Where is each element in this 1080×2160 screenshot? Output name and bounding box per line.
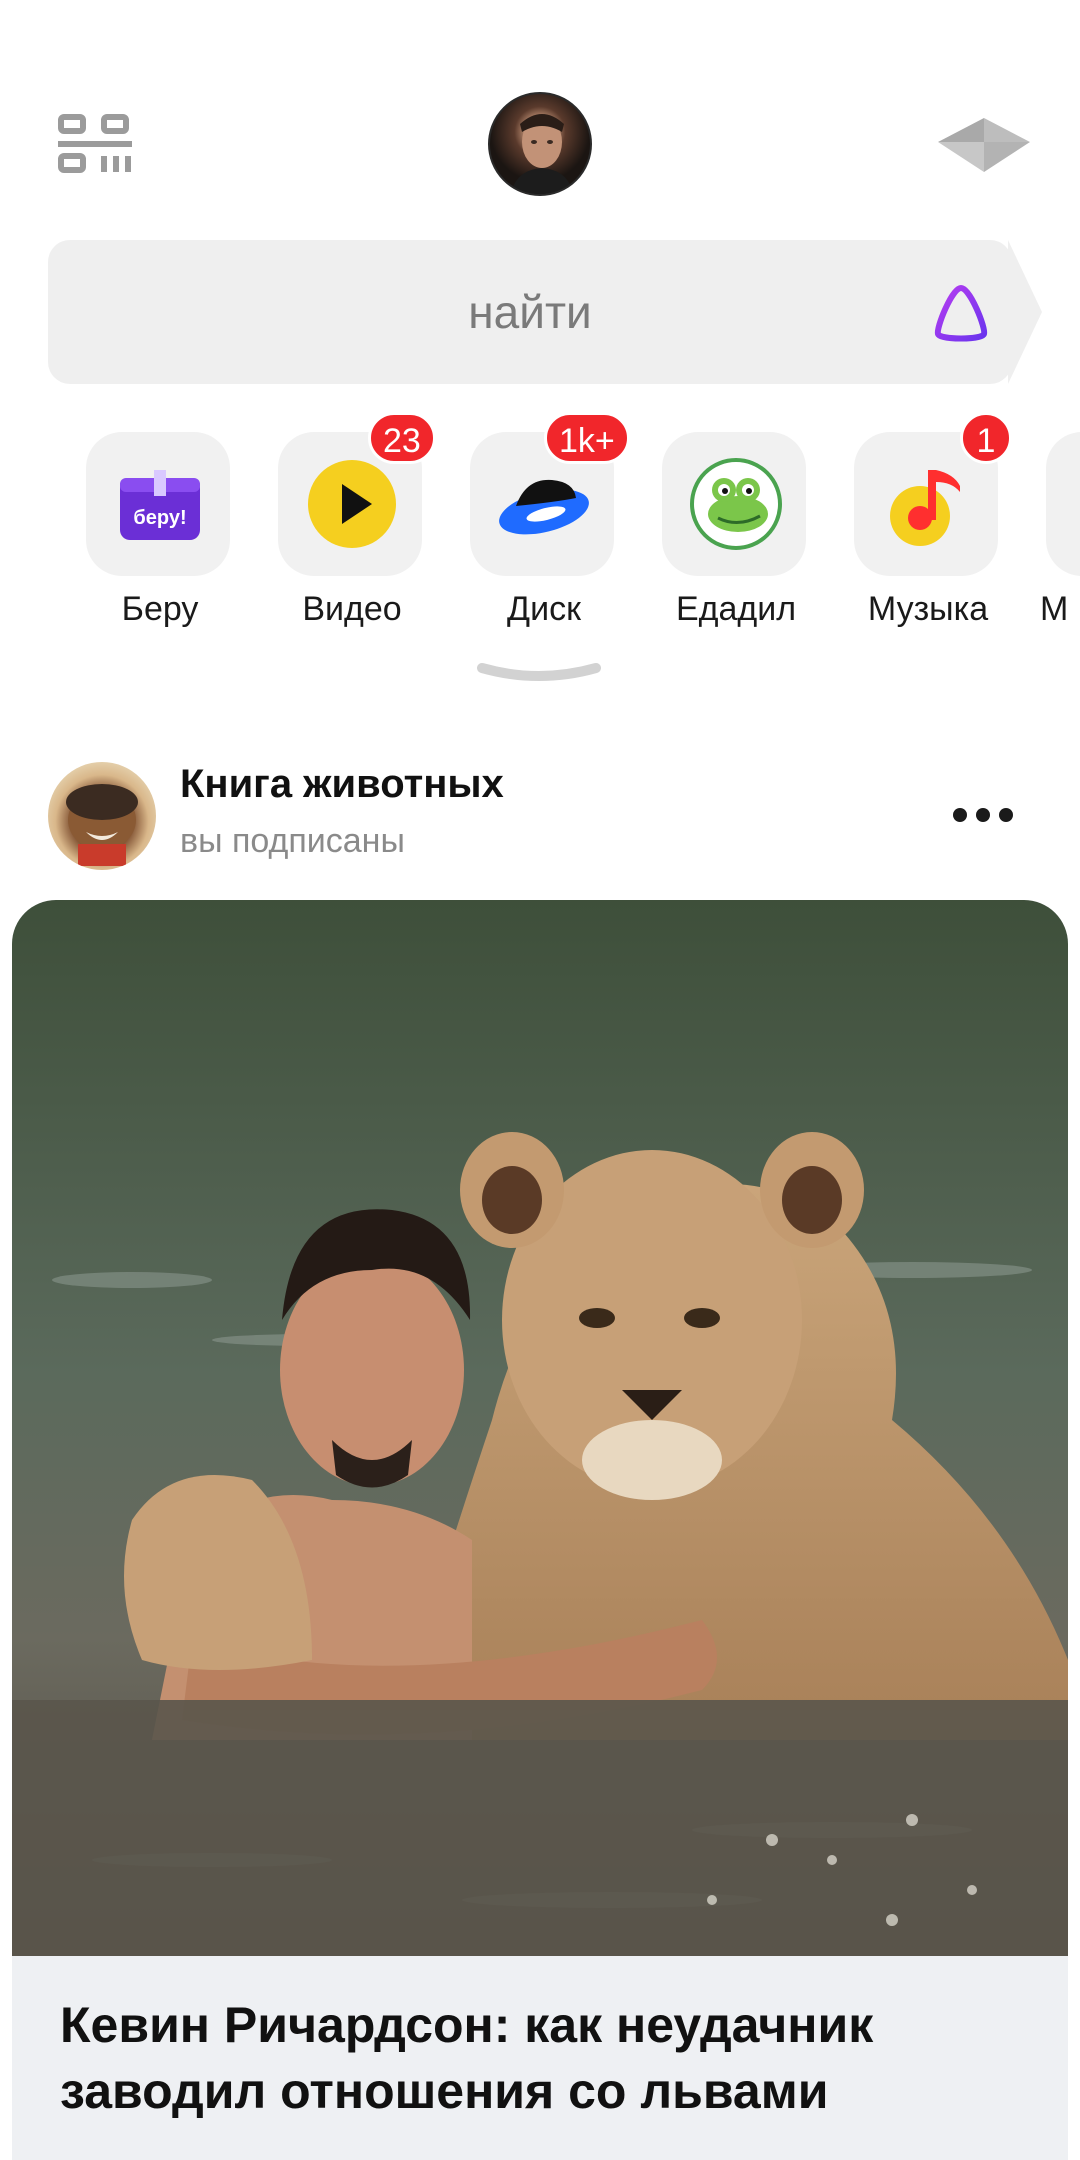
alice-voice-button[interactable]	[930, 282, 992, 344]
service-label: М	[1040, 590, 1069, 628]
notification-badge: 1k+	[544, 412, 630, 464]
qr-code-icon	[58, 114, 132, 173]
service-tile	[662, 432, 806, 576]
more-dots-icon	[953, 808, 1013, 822]
service-label: Диск	[507, 590, 581, 628]
paper-plane-icon	[938, 118, 1030, 172]
music-note-icon	[890, 470, 960, 546]
alice-icon	[934, 284, 988, 342]
service-disk[interactable]: 1k+ Диск	[464, 412, 630, 650]
disk-icon	[499, 479, 589, 535]
expand-services-handle[interactable]	[476, 662, 602, 684]
phone-screen: найти беру! Беру 23 Видео 1k+ Диск Едади…	[0, 0, 1080, 2160]
edadil-croc-icon	[690, 458, 782, 550]
service-partial[interactable]: М	[1040, 430, 1080, 650]
beru-icon: беру!	[120, 470, 200, 540]
beru-icon-text: беру!	[133, 507, 186, 529]
feed-card[interactable]: Кевин Ричардсон: как неудачник заводил о…	[12, 900, 1068, 2160]
share-button[interactable]	[936, 112, 1032, 176]
search-input[interactable]: найти	[48, 240, 1012, 384]
service-beru[interactable]: беру! Беру	[80, 430, 240, 650]
service-label: Едадил	[675, 590, 797, 628]
partial-service-icon	[1072, 456, 1080, 552]
chevron-down-icon	[477, 663, 601, 681]
service-label: Видео	[302, 590, 402, 628]
search-bar[interactable]: найти	[48, 240, 1012, 384]
service-music[interactable]: 1 Музыка	[848, 412, 1012, 650]
service-edadil[interactable]: Едадил	[656, 430, 816, 650]
subscription-status: вы подписаны	[180, 822, 405, 860]
services-row: беру! Беру 23 Видео 1k+ Диск Едадил 1 Му…	[0, 412, 1080, 650]
more-options-button[interactable]	[950, 804, 1016, 826]
notification-badge: 1	[960, 412, 1012, 464]
profile-avatar[interactable]	[488, 92, 592, 196]
video-play-icon	[308, 460, 396, 548]
article-title[interactable]: Кевин Ричардсон: как неудачник заводил о…	[60, 1992, 1040, 2124]
channel-avatar[interactable]	[48, 762, 156, 870]
man-with-lioness-photo	[12, 900, 1068, 1956]
qr-code-button[interactable]	[58, 114, 132, 176]
user-avatar	[510, 114, 574, 194]
service-tile: беру!	[86, 432, 230, 576]
channel-avatar-image	[66, 784, 138, 866]
service-video[interactable]: 23 Видео	[272, 412, 436, 650]
channel-title[interactable]: Книга животных	[180, 762, 504, 807]
service-tile	[1046, 432, 1080, 576]
search-bar-tip	[1008, 240, 1042, 384]
service-label: Музыка	[867, 590, 989, 628]
notification-badge: 23	[368, 412, 436, 464]
service-label: Беру	[121, 590, 199, 628]
